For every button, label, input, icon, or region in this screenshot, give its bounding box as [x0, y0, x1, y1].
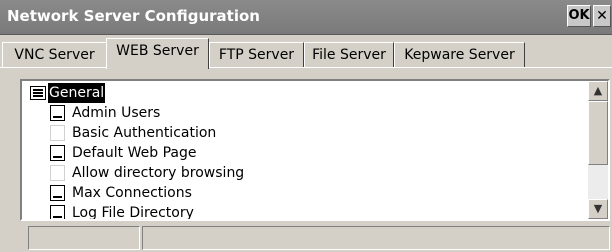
close-icon: ✕	[596, 8, 608, 24]
tree-item-log-file-directory[interactable]: Log File Directory	[50, 203, 350, 221]
scroll-down-button[interactable]: ▼	[588, 199, 608, 219]
ok-button[interactable]: OK	[567, 5, 591, 27]
tree-root-label: General	[48, 83, 106, 103]
scroll-up-button[interactable]: ▲	[588, 81, 608, 101]
tree-item-default-web-page[interactable]: Default Web Page	[50, 143, 350, 163]
tree-item-label: Max Connections	[72, 185, 192, 201]
status-bar	[0, 223, 612, 252]
title-bar: Network Server Configuration OK ✕	[0, 0, 612, 35]
config-window: Network Server Configuration OK ✕ VNC Se…	[0, 0, 612, 252]
status-cell-right	[142, 226, 610, 250]
tab-file-server[interactable]: File Server	[304, 42, 394, 67]
vertical-scrollbar[interactable]: ▲ ▼	[588, 81, 608, 219]
list-folder-icon	[30, 86, 46, 100]
tree-root-general[interactable]: General	[30, 83, 230, 103]
tree-item-admin-users[interactable]: Admin Users	[50, 103, 350, 123]
blank-icon	[50, 125, 65, 141]
tree-item-label: Allow directory browsing	[72, 165, 245, 181]
property-icon	[50, 185, 65, 201]
close-button[interactable]: ✕	[593, 5, 611, 27]
scroll-thumb[interactable]	[588, 101, 608, 165]
tree-item-label: Default Web Page	[72, 145, 197, 161]
tab-strip: VNC Server WEB Server FTP Server File Se…	[0, 38, 612, 69]
window-title: Network Server Configuration	[7, 7, 260, 25]
blank-icon	[50, 165, 65, 181]
tree-item-max-connections[interactable]: Max Connections	[50, 183, 350, 203]
property-icon	[50, 145, 65, 161]
chevron-down-icon: ▼	[593, 202, 603, 215]
tree-item-label: Admin Users	[72, 105, 161, 121]
tree-item-basic-authentication[interactable]: Basic Authentication	[50, 123, 350, 143]
tab-ftp-server[interactable]: FTP Server	[209, 42, 304, 67]
chevron-up-icon: ▲	[593, 84, 603, 97]
property-icon	[50, 205, 65, 219]
tab-web-server[interactable]: WEB Server	[106, 38, 209, 69]
tab-kepware-server[interactable]: Kepware Server	[394, 42, 525, 67]
status-cell-left	[28, 226, 140, 250]
tab-divider	[0, 67, 612, 68]
tree-panel: General Admin Users Basic Authentication…	[20, 79, 610, 221]
tree-item-label: Log File Directory	[72, 205, 194, 221]
property-icon	[50, 105, 65, 121]
tree-item-label: Basic Authentication	[72, 125, 217, 141]
tree-item-allow-directory-browsing[interactable]: Allow directory browsing	[50, 163, 350, 183]
tab-vnc-server[interactable]: VNC Server	[2, 42, 107, 67]
